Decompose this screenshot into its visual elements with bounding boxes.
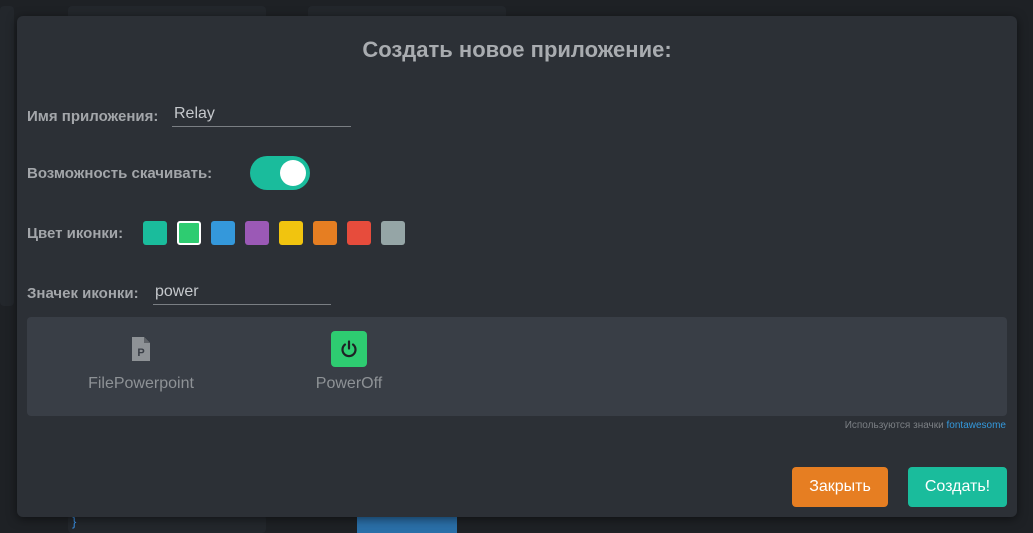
- create-button[interactable]: Создать!: [908, 467, 1007, 507]
- background-card: [0, 6, 14, 306]
- color-swatch[interactable]: [347, 221, 371, 245]
- download-label: Возможность скачивать:: [27, 165, 213, 182]
- icon-option-label: PowerOff: [315, 375, 383, 392]
- icon-option-label: FilePowerpoint: [88, 375, 194, 392]
- power-off-icon: [331, 331, 367, 367]
- icon-search-input[interactable]: [153, 283, 331, 305]
- color-swatch[interactable]: [279, 221, 303, 245]
- icon-results-panel: P FilePowerpoint PowerOff: [27, 317, 1007, 416]
- close-button[interactable]: Закрыть: [792, 467, 888, 507]
- icon-credit: Используются значки fontawesome: [845, 420, 1006, 431]
- icon-option-file-powerpoint[interactable]: P FilePowerpoint: [61, 331, 221, 393]
- credit-text: Используются значки: [844, 420, 944, 431]
- icon-label: Значек иконки:: [27, 285, 139, 302]
- fontawesome-link[interactable]: fontawesome: [947, 420, 1006, 431]
- color-swatch[interactable]: [177, 221, 201, 245]
- create-app-dialog: Создать новое приложение: Имя приложения…: [17, 16, 1017, 517]
- icon-option-power-off[interactable]: PowerOff: [269, 331, 429, 393]
- svg-text:P: P: [137, 347, 144, 359]
- color-swatch[interactable]: [143, 221, 167, 245]
- icon-color-label: Цвет иконки:: [27, 225, 124, 242]
- toggle-knob: [280, 160, 306, 186]
- download-toggle[interactable]: [250, 156, 310, 190]
- app-name-input[interactable]: [172, 105, 351, 127]
- background-block: [357, 517, 457, 533]
- dialog-title: Создать новое приложение:: [362, 37, 672, 62]
- background-card: [68, 515, 266, 533]
- color-swatch[interactable]: [313, 221, 337, 245]
- color-swatch[interactable]: [245, 221, 269, 245]
- color-swatch[interactable]: [211, 221, 235, 245]
- color-swatches: [143, 221, 415, 245]
- file-powerpoint-icon: P: [123, 331, 159, 367]
- app-name-label: Имя приложения:: [27, 108, 159, 125]
- color-swatch[interactable]: [381, 221, 405, 245]
